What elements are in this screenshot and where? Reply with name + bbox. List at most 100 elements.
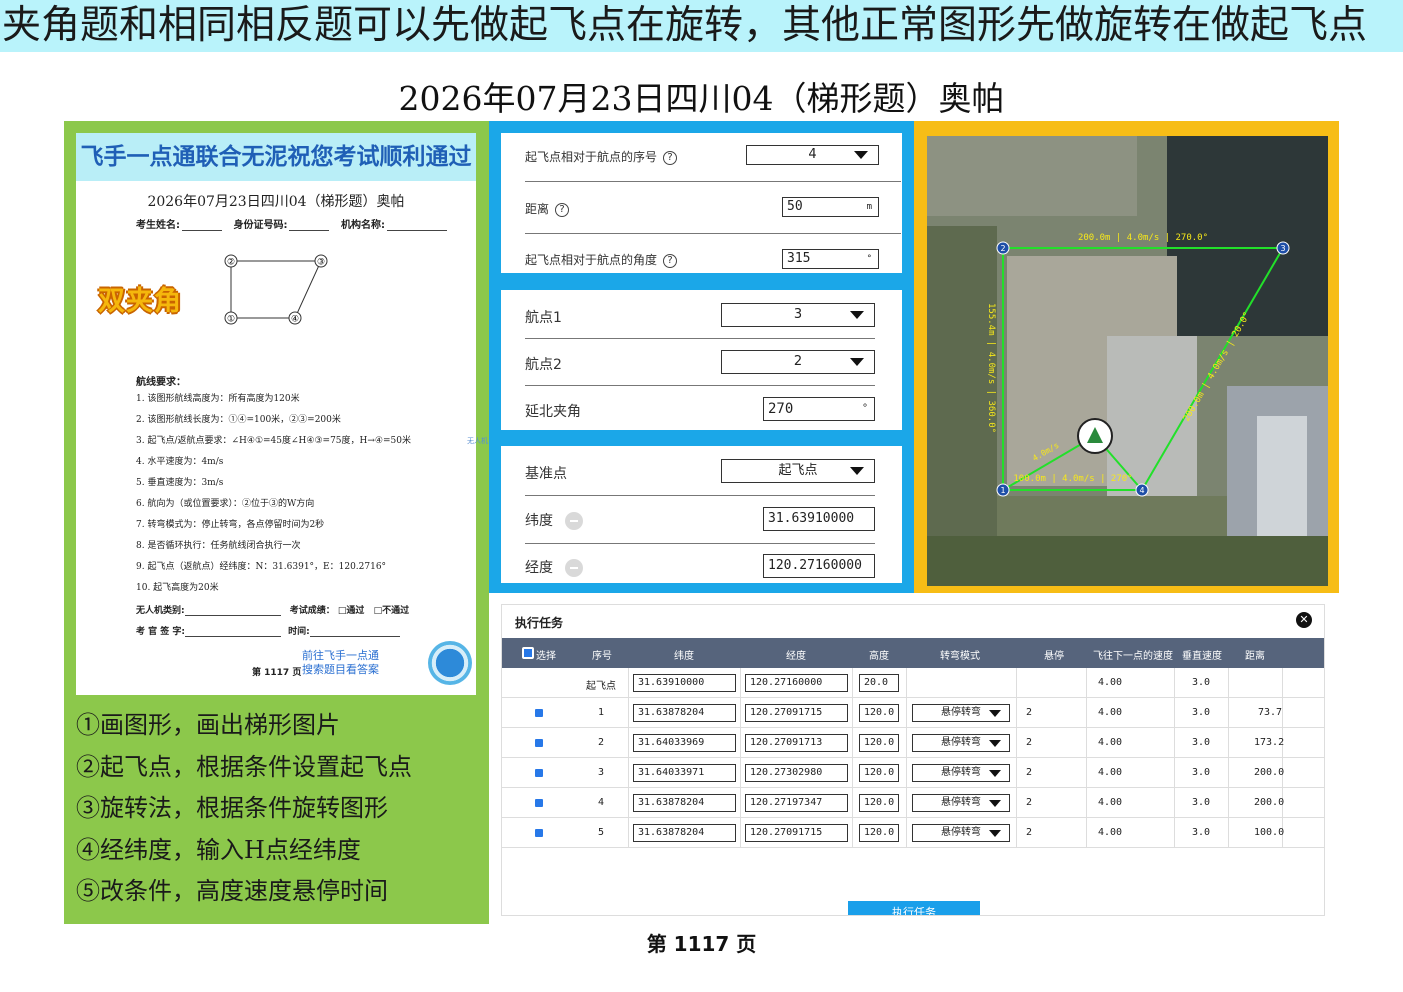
longitude-input[interactable]: 120.27160000 bbox=[763, 554, 875, 578]
field-id-label: 身份证号码: bbox=[233, 220, 288, 231]
takeoff-lat-input[interactable]: 31.63910000 bbox=[633, 674, 736, 692]
col-lat: 纬度 bbox=[674, 651, 694, 662]
route-label-left: 155.4m | 4.0m/s | 360.0° bbox=[986, 303, 996, 433]
diagram-point-label: ③ bbox=[317, 258, 325, 268]
select-all-checkbox[interactable] bbox=[522, 647, 534, 659]
requirement-item: 5. 垂直速度为：3m/s bbox=[136, 478, 224, 488]
alt-input[interactable]: 120.0 bbox=[859, 824, 899, 842]
doc-answer-link: 前往飞手一点通 搜索题目看答案 bbox=[302, 649, 379, 676]
steps-list: ①画图形，画出梯形图片 ②起飞点，根据条件设置起飞点 ③旋转法，根据条件旋转图形… bbox=[76, 705, 412, 913]
route-label-top: 200.0m | 4.0m/s | 270.0° bbox=[1078, 233, 1208, 243]
minus-icon[interactable] bbox=[565, 512, 583, 530]
top-banner: 夹角题和相同相反题可以先做起飞点在旋转，其他正常图形先做旋转在做起飞点 bbox=[0, 0, 1403, 52]
table-row: 5 31.63878204 120.27091715 120.0 悬停转弯 2 … bbox=[502, 818, 1324, 848]
chevron-down-icon bbox=[989, 800, 1001, 807]
lon-input[interactable]: 120.27091715 bbox=[745, 824, 848, 842]
doc-subtitle: 2026年07月23日四川04（梯形题）奥帕 bbox=[147, 194, 405, 210]
lon-input[interactable]: 120.27302980 bbox=[745, 764, 848, 782]
wp2-select[interactable]: 2 bbox=[721, 350, 875, 374]
lat-input[interactable]: 31.64033971 bbox=[633, 764, 736, 782]
reference-point-select[interactable]: 起飞点 bbox=[721, 459, 875, 483]
chevron-down-icon bbox=[989, 770, 1001, 777]
step-item: ③旋转法，根据条件旋转图形 bbox=[76, 794, 388, 822]
time-label: 时间: bbox=[288, 627, 310, 637]
close-icon[interactable]: ✕ bbox=[1296, 612, 1312, 628]
north-angle-input[interactable]: 270 ° bbox=[763, 397, 875, 421]
turn-mode-select[interactable]: 悬停转弯 bbox=[912, 794, 1010, 812]
wp1-select[interactable]: 3 bbox=[721, 303, 875, 327]
requirement-item: 4. 水平速度为：4m/s bbox=[136, 457, 224, 467]
lon-input[interactable]: 120.27091713 bbox=[745, 734, 848, 752]
uav-type-label: 无人机类别: bbox=[136, 606, 185, 616]
takeoff-distance-input[interactable]: 50 m bbox=[782, 197, 879, 217]
requirements-list: 1. 该图形航线高度为：所有高度为120米 2. 该图形航线长度为：①④=100… bbox=[136, 393, 411, 603]
minus-icon[interactable] bbox=[565, 559, 583, 577]
takeoff-alt-input[interactable]: 20.0 bbox=[859, 674, 899, 692]
chevron-down-icon bbox=[850, 358, 864, 366]
help-icon[interactable]: ? bbox=[663, 150, 678, 165]
field-org-label: 机构名称: bbox=[340, 220, 385, 231]
latitude-input[interactable]: 31.63910000 bbox=[763, 507, 875, 531]
execute-task-window: 执行任务 ✕ 选择 序号 纬度 经度 高度 转弯模式 悬停 飞往下一点的速度 垂… bbox=[501, 604, 1325, 916]
row-checkbox[interactable] bbox=[535, 709, 543, 717]
doc-page-number: 第 1117 页 bbox=[252, 668, 302, 678]
exam-document: 飞手一点通联合无泥祝您考试顺利通过 2026年07月23日四川04（梯形题）奥帕… bbox=[76, 133, 476, 695]
requirement-item: 2. 该图形航线长度为：①④=100米，②③=200米 bbox=[136, 415, 341, 425]
diagram-point-label: ② bbox=[227, 258, 235, 268]
help-icon[interactable]: ? bbox=[663, 253, 678, 268]
task-window-title: 执行任务 bbox=[515, 616, 564, 630]
reference-point-label: 基准点 bbox=[525, 466, 567, 482]
step-item: ⑤改条件，高度速度悬停时间 bbox=[76, 877, 388, 905]
satellite-map[interactable]: 2 3 1 4 200.0m | 4.0m/s | 270.0° 155.4m … bbox=[927, 136, 1328, 586]
row-checkbox[interactable] bbox=[535, 799, 543, 807]
fail-checkbox: □不通过 bbox=[373, 606, 410, 616]
turn-mode-select[interactable]: 悬停转弯 bbox=[912, 824, 1010, 842]
north-angle-label: 延北夹角 bbox=[525, 404, 581, 420]
turn-mode-select[interactable]: 悬停转弯 bbox=[912, 704, 1010, 722]
requirement-item: 6. 航向为（或位置要求）：②位于③的W方向 bbox=[136, 499, 315, 509]
side-mark: 无人机 bbox=[467, 437, 488, 445]
lat-input[interactable]: 31.64033969 bbox=[633, 734, 736, 752]
alt-input[interactable]: 120.0 bbox=[859, 794, 899, 812]
execute-task-button[interactable]: 执行任务 bbox=[848, 901, 980, 915]
row-checkbox[interactable] bbox=[535, 769, 543, 777]
col-seq: 序号 bbox=[592, 651, 612, 662]
chevron-down-icon bbox=[854, 151, 868, 159]
waypoint-label: 2 bbox=[1000, 244, 1005, 253]
lon-input[interactable]: 120.27091715 bbox=[745, 704, 848, 722]
row-checkbox[interactable] bbox=[535, 829, 543, 837]
turn-mode-select[interactable]: 悬停转弯 bbox=[912, 764, 1010, 782]
requirement-item: 10. 起飞高度为20米 bbox=[136, 583, 219, 593]
col-distance: 距离 bbox=[1245, 651, 1265, 662]
lat-input[interactable]: 31.63878204 bbox=[633, 704, 736, 722]
help-icon[interactable]: ? bbox=[555, 202, 570, 217]
double-angle-stamp: 双夹角 bbox=[98, 286, 182, 317]
wp2-label: 航点2 bbox=[525, 357, 562, 373]
lat-input[interactable]: 31.63878204 bbox=[633, 794, 736, 812]
lon-input[interactable]: 120.27197347 bbox=[745, 794, 848, 812]
lat-input[interactable]: 31.63878204 bbox=[633, 824, 736, 842]
waypoint-label: 3 bbox=[1280, 244, 1285, 253]
wp1-label: 航点1 bbox=[525, 310, 562, 326]
col-hover: 悬停 bbox=[1044, 651, 1064, 662]
turn-mode-select[interactable]: 悬停转弯 bbox=[912, 734, 1010, 752]
step-item: ②起飞点，根据条件设置起飞点 bbox=[76, 752, 412, 781]
requirements-title: 航线要求： bbox=[136, 377, 186, 388]
requirement-item: 1. 该图形航线高度为：所有高度为120米 bbox=[136, 394, 300, 404]
alt-input[interactable]: 120.0 bbox=[859, 764, 899, 782]
doc-candidate-fields: 考生姓名: 身份证号码: 机构名称: bbox=[136, 216, 455, 231]
alt-input[interactable]: 120.0 bbox=[859, 704, 899, 722]
map-panel: 2 3 1 4 200.0m | 4.0m/s | 270.0° 155.4m … bbox=[914, 121, 1339, 593]
chevron-down-icon bbox=[989, 830, 1001, 837]
doc-signature-area: 无人机类别: 考试成绩： □通过 □不通过 考 官 签 字: 时间: bbox=[136, 603, 409, 645]
qr-logo-icon bbox=[428, 641, 472, 685]
takeoff-seq-select[interactable]: 4 bbox=[746, 145, 879, 165]
takeoff-lon-input[interactable]: 120.27160000 bbox=[745, 674, 848, 692]
requirement-item: 7. 转弯模式为：停止转弯，各点停留时间为2秒 bbox=[136, 520, 325, 530]
requirement-item: 3. 起飞点/返航点要求：∠H④①=45度∠H④③=75度，H→④=50米 bbox=[136, 436, 411, 446]
trapezoid-diagram: ② ③ ① ④ bbox=[224, 254, 328, 325]
col-vspeed: 垂直速度 bbox=[1182, 651, 1222, 662]
takeoff-angle-input[interactable]: 315 ° bbox=[782, 249, 879, 269]
alt-input[interactable]: 120.0 bbox=[859, 734, 899, 752]
row-checkbox[interactable] bbox=[535, 739, 543, 747]
